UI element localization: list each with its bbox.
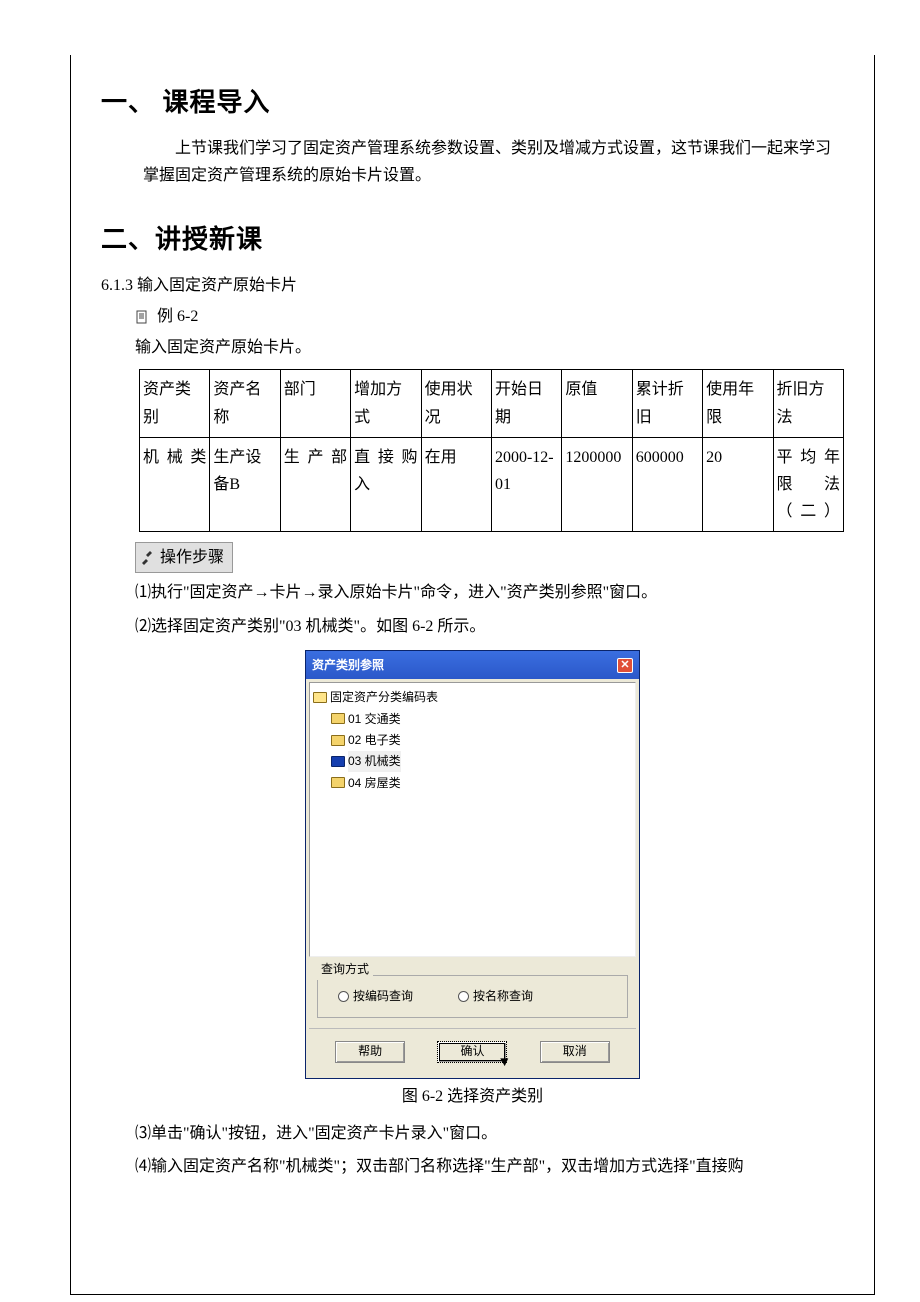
tree-item-label: 04 房屋类 <box>348 773 401 793</box>
example-label-row: 例 6-2 <box>135 303 844 330</box>
tree-item-03[interactable]: 03 机械类 <box>331 751 632 771</box>
th-7: 累计折旧 <box>632 370 702 437</box>
dialog-title-text: 资产类别参照 <box>312 655 384 675</box>
td-3: 直接购入 <box>351 437 421 532</box>
radio-by-name[interactable]: 按名称查询 <box>458 986 533 1006</box>
td-7: 600000 <box>632 437 702 532</box>
th-8: 使用年限 <box>703 370 773 437</box>
th-3: 增加方式 <box>351 370 421 437</box>
cancel-button[interactable]: 取消 <box>540 1041 610 1063</box>
query-legend: 查询方式 <box>317 959 373 979</box>
ok-button[interactable]: 确认 <box>437 1041 507 1063</box>
td-0: 机械类 <box>140 437 210 532</box>
tree-root[interactable]: 固定资产分类编码表 <box>313 687 632 707</box>
document-icon <box>135 310 149 324</box>
steps-header: 操作步骤 <box>135 542 233 573</box>
step-2: ⑵选择固定资产类别"03 机械类"。如图 6-2 所示。 <box>135 613 844 640</box>
tree-item-label: 03 机械类 <box>348 751 401 771</box>
folder-open-icon <box>313 692 327 703</box>
td-1: 生产设备B <box>210 437 280 532</box>
steps-header-text: 操作步骤 <box>160 544 224 571</box>
td-6: 1200000 <box>562 437 632 532</box>
section2-title: 二、讲授新课 <box>101 218 844 262</box>
th-4: 使用状况 <box>421 370 491 437</box>
dialog-titlebar[interactable]: 资产类别参照 ✕ <box>306 651 639 679</box>
radio-icon <box>338 991 349 1002</box>
document-page: 一、 课程导入 上节课我们学习了固定资产管理系统参数设置、类别及增减方式设置，这… <box>70 55 875 1295</box>
tree-item-04[interactable]: 04 房屋类 <box>331 773 632 793</box>
radio-by-name-label: 按名称查询 <box>473 986 533 1006</box>
th-6: 原值 <box>562 370 632 437</box>
th-1: 资产名称 <box>210 370 280 437</box>
th-5: 开始日期 <box>491 370 561 437</box>
step-4: ⑷输入固定资产名称"机械类"；双击部门名称选择"生产部"，双击增加方式选择"直接… <box>135 1153 844 1180</box>
tree-item-01[interactable]: 01 交通类 <box>331 709 632 729</box>
ok-button-label: 确认 <box>460 1041 484 1061</box>
dialog-button-row: 帮助 确认 取消 <box>309 1028 636 1075</box>
th-9: 折旧方法 <box>773 370 843 437</box>
help-button[interactable]: 帮助 <box>335 1041 405 1063</box>
category-tree[interactable]: 固定资产分类编码表 01 交通类 02 电子类 03 机械类 <box>309 682 636 957</box>
folder-selected-icon <box>331 756 345 767</box>
td-4: 在用 <box>421 437 491 532</box>
example-label: 例 6-2 <box>157 303 198 330</box>
td-2: 生产部 <box>280 437 350 532</box>
tree-item-02[interactable]: 02 电子类 <box>331 730 632 750</box>
td-9: 平均年限法（二） <box>773 437 843 532</box>
asset-table: 资产类别 资产名称 部门 增加方式 使用状况 开始日期 原值 累计折旧 使用年限… <box>139 369 844 532</box>
tree-item-label: 02 电子类 <box>348 730 401 750</box>
th-0: 资产类别 <box>140 370 210 437</box>
table-data-row: 机械类 生产设备B 生产部 直接购入 在用 2000-12-01 1200000… <box>140 437 844 532</box>
radio-by-code[interactable]: 按编码查询 <box>338 986 413 1006</box>
td-8: 20 <box>703 437 773 532</box>
step-3: ⑶单击"确认"按钮，进入"固定资产卡片录入"窗口。 <box>135 1120 844 1147</box>
help-button-label: 帮助 <box>358 1041 382 1061</box>
th-2: 部门 <box>280 370 350 437</box>
example-desc: 输入固定资产原始卡片。 <box>135 334 844 361</box>
radio-by-code-label: 按编码查询 <box>353 986 413 1006</box>
section1-intro: 上节课我们学习了固定资产管理系统参数设置、类别及增减方式设置，这节课我们一起来学… <box>143 135 844 189</box>
tree-item-label: 01 交通类 <box>348 709 401 729</box>
cancel-button-label: 取消 <box>563 1041 587 1061</box>
folder-icon <box>331 777 345 788</box>
subsection-number: 6.1.3 输入固定资产原始卡片 <box>101 272 844 299</box>
table-header-row: 资产类别 资产名称 部门 增加方式 使用状况 开始日期 原值 累计折旧 使用年限… <box>140 370 844 437</box>
radio-icon <box>458 991 469 1002</box>
td-5: 2000-12-01 <box>491 437 561 532</box>
close-icon[interactable]: ✕ <box>617 658 633 673</box>
tools-icon <box>140 551 154 565</box>
tree-root-label: 固定资产分类编码表 <box>330 687 438 707</box>
step-1: ⑴执行"固定资产→卡片→录入原始卡片"命令，进入"资产类别参照"窗口。 <box>135 579 844 606</box>
figure-caption: 图 6-2 选择资产类别 <box>101 1083 844 1110</box>
folder-icon <box>331 735 345 746</box>
asset-category-dialog: 资产类别参照 ✕ 固定资产分类编码表 01 交通类 02 电子类 <box>305 650 640 1079</box>
section1-title: 一、 课程导入 <box>101 81 844 125</box>
query-mode-group: 查询方式 按编码查询 按名称查询 <box>309 967 636 1027</box>
folder-icon <box>331 713 345 724</box>
